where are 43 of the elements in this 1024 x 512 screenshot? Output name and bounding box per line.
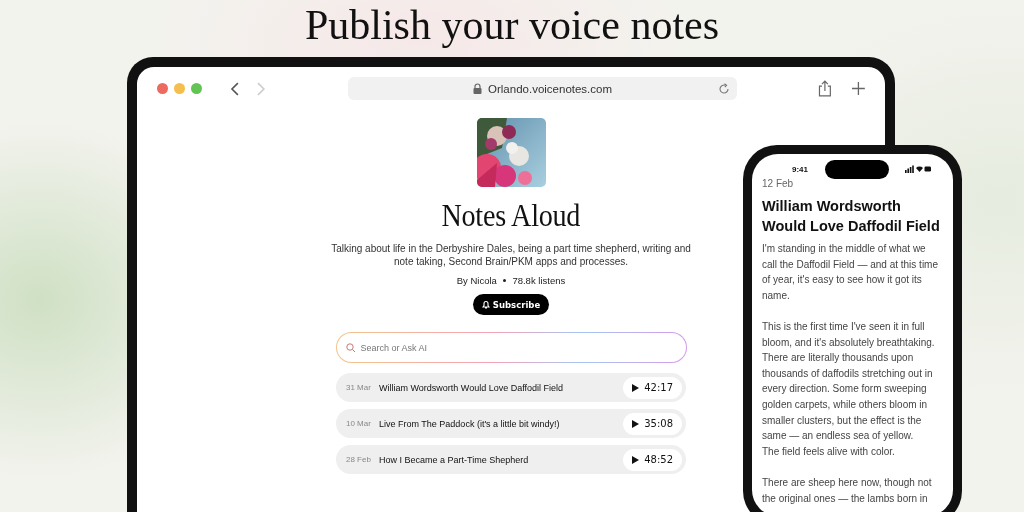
reload-icon[interactable]	[718, 82, 731, 95]
note-date: 12 Feb	[762, 178, 795, 189]
play-icon	[632, 419, 640, 428]
episode-date: 10 Mar	[346, 419, 372, 428]
dynamic-island	[824, 159, 889, 179]
author-text: By Nicola	[456, 275, 497, 286]
play-button[interactable]: 48:52	[623, 448, 682, 471]
episode-title: Live From The Paddock (it's a little bit windy!)	[379, 418, 561, 429]
zoom-dot[interactable]	[191, 83, 202, 94]
bell-icon	[481, 300, 490, 309]
search-field[interactable]: Search or Ask AI	[335, 332, 687, 363]
share-icon[interactable]	[818, 80, 833, 97]
episode-row[interactable]: 10 Mar Live From The Paddock (it's a little bit windy!) 35:08	[336, 409, 686, 438]
episode-title: How I Became a Part-Time Shepherd	[379, 454, 530, 465]
episode-date: 28 Feb	[346, 455, 372, 464]
episode-row[interactable]: 28 Feb How I Became a Part-Time Shepherd 48:52	[336, 445, 686, 474]
address-bar[interactable]: Orlando.voicenotes.com	[347, 77, 738, 100]
headline: Publish your voice notes	[303, 1, 721, 50]
note-paragraph: I'm standing in the middle of what we call the Daffodil Field — and at this time of year, it's easy to see how it got its name.	[762, 242, 939, 303]
status-time: 9:41	[792, 164, 808, 174]
description: Talking about life in the Derbyshire Dales, being a part time shepherd, writing and note taking, Second Brain/PKM apps and processes.	[331, 242, 691, 268]
minimize-dot[interactable]	[174, 83, 185, 94]
note-paragraph: This is the first time I've seen it in full bloom, and it's absolutely breathtaking. There are literally thousands upon thousands of daffodils stretching out in every direction. Some form sweeping golden carpets, while others bloom in smaller clusters, but the effect is the same — an endless sea of yellow.	[762, 319, 936, 444]
lock-icon	[473, 83, 483, 94]
episode-row[interactable]: 31 Mar William Wordsworth Would Love Daffodil Field 42:17	[336, 373, 686, 402]
play-icon	[632, 383, 640, 392]
status-icons	[905, 165, 931, 173]
podcast-title: Notes Aloud	[441, 197, 581, 234]
episode-date: 31 Mar	[346, 383, 372, 392]
separator-dot	[502, 278, 507, 283]
note-paragraph: There are sheep here now, though not the original ones — the lambs born in	[762, 475, 933, 506]
new-tab-icon[interactable]	[852, 82, 865, 95]
back-icon[interactable]	[230, 81, 240, 96]
episode-title: William Wordsworth Would Love Daffodil Field	[379, 382, 565, 393]
note-title: William Wordsworth Would Love Daffodil Field	[762, 197, 941, 236]
note-paragraph: The field feels alive with color.	[762, 444, 896, 459]
play-icon	[632, 455, 640, 464]
play-button[interactable]: 35:08	[623, 412, 682, 435]
listens-count: 78.8k listens	[512, 275, 566, 286]
subscribe-button[interactable]: Subscribe	[472, 294, 550, 315]
play-button[interactable]: 42:17	[623, 376, 682, 399]
close-dot[interactable]	[157, 83, 168, 94]
search-icon	[345, 342, 356, 353]
